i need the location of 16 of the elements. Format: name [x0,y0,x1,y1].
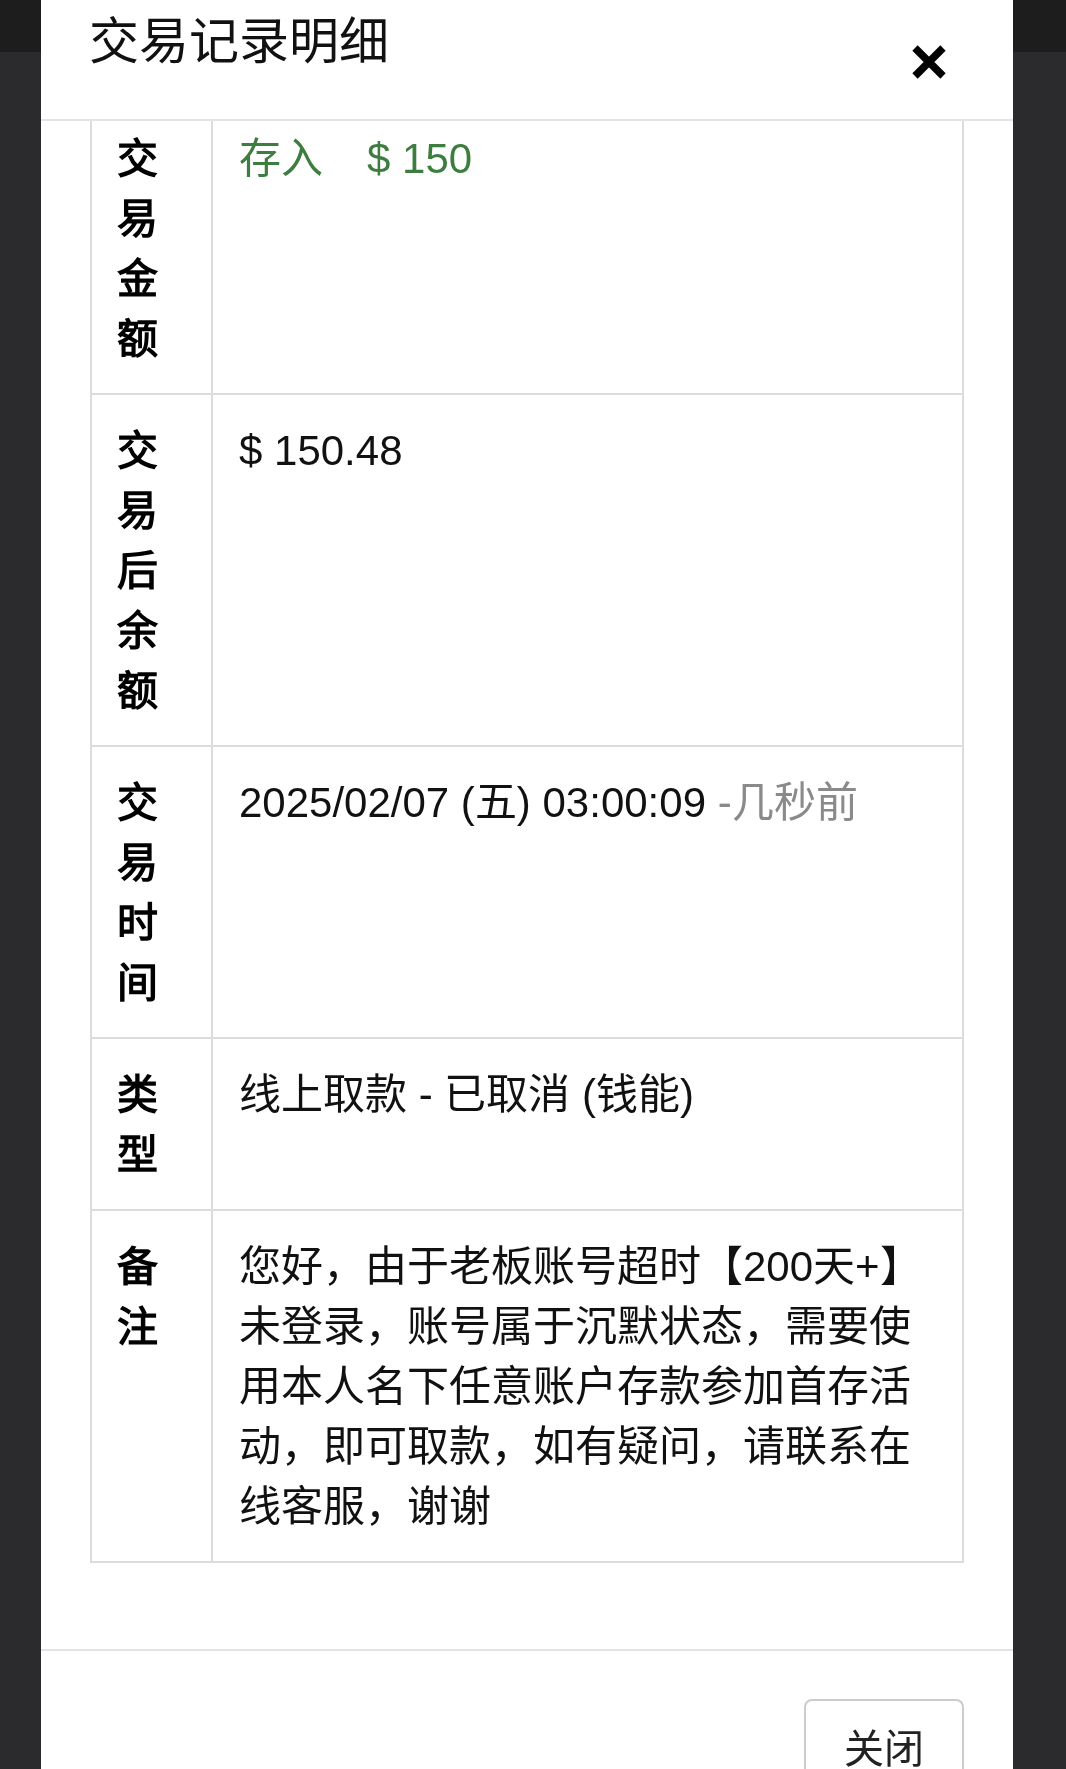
detail-label: 交易金额 [117,135,158,364]
close-dialog-button[interactable]: 关闭 [804,1699,964,1769]
detail-value: 您好，由于老板账号超时【200天+】未登录，账号属于沉默状态，需要使用本人名下任意账户存款参加首存活动，即可取款，如有疑问，请联系在线客服，谢谢 [239,1242,923,1532]
detail-label: 类型 [117,1071,158,1180]
transaction-direction: 存入 [239,135,323,182]
detail-label: 交易后余额 [117,427,158,716]
detail-label: 备注 [117,1243,158,1352]
relative-time: -几秒前 [717,779,858,826]
dialog-title: 交易记录明细 [89,13,389,72]
detail-label: 交易时间 [117,779,158,1008]
close-icon [912,45,946,79]
transaction-amount: $ 150 [367,135,473,182]
detail-value: $ 150.48 [239,426,404,476]
close-button[interactable] [912,45,946,79]
transaction-time: 2025/02/07 (五) 03:00:09 [239,779,706,826]
detail-value: 线上取款 - 已取消 (钱能) [239,1070,695,1120]
